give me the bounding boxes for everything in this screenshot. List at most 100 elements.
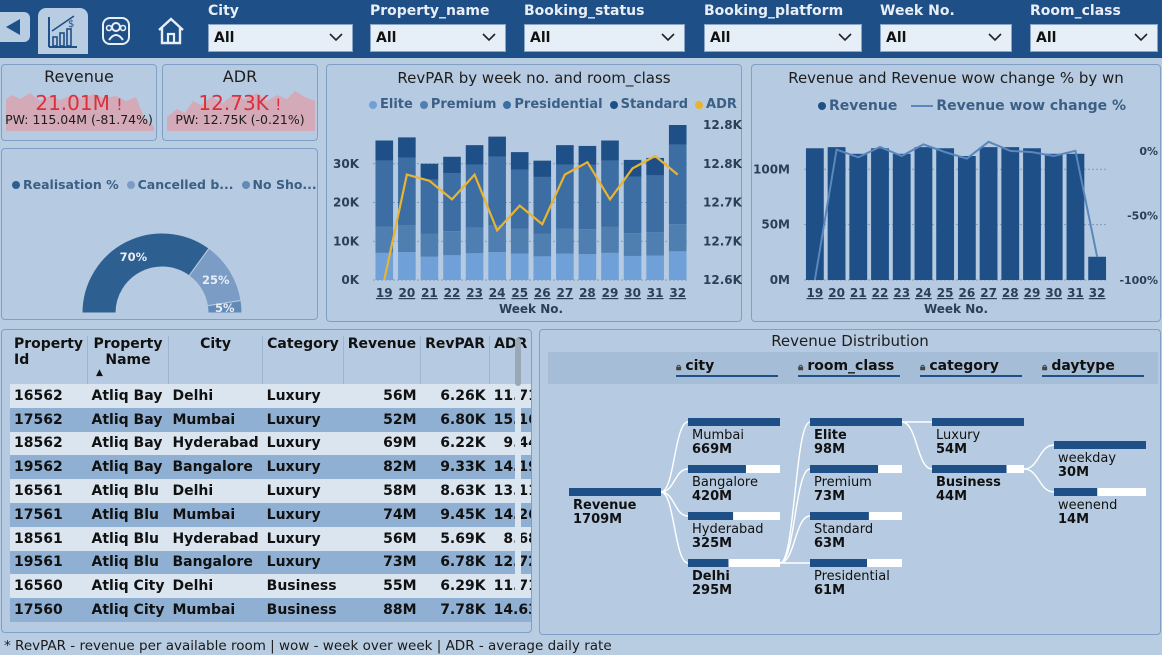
- x-tick-label[interactable]: 24: [489, 286, 506, 300]
- bar-segment[interactable]: [510, 228, 529, 254]
- decomp-node[interactable]: Bangalore 420M: [692, 476, 758, 504]
- bar-segment[interactable]: [420, 256, 439, 280]
- decomp-bar[interactable]: [1054, 488, 1098, 496]
- x-tick-label[interactable]: 20: [828, 286, 845, 300]
- booking-status-gauge-panel[interactable]: Realisation % Cancelled b... No Sho... .…: [1, 148, 329, 320]
- bar-segment[interactable]: [556, 228, 574, 254]
- bar-segment[interactable]: [601, 226, 619, 253]
- bar-segment[interactable]: [465, 253, 484, 280]
- back-button[interactable]: [0, 12, 30, 42]
- bar-segment[interactable]: [443, 231, 461, 256]
- column-header-category[interactable]: Category: [262, 336, 344, 384]
- revenue-bar[interactable]: [871, 148, 889, 280]
- bar-segment[interactable]: [510, 253, 529, 280]
- decomp-node[interactable]: Delhi 295M: [692, 570, 732, 598]
- filter-booking-platform-dropdown[interactable]: All: [704, 24, 862, 52]
- table-row[interactable]: 17562Atliq BayMumbaiLuxury52M6.80K15.16K: [10, 407, 531, 432]
- filter-property-name-dropdown[interactable]: All: [370, 24, 506, 52]
- x-tick-label[interactable]: 28: [1002, 286, 1019, 300]
- bar-segment[interactable]: [398, 252, 416, 280]
- bar-segment[interactable]: [533, 160, 552, 177]
- x-tick-label[interactable]: 24: [915, 286, 932, 300]
- revpar-chart-panel[interactable]: RevPAR by week no. and room_class Elite P…: [326, 64, 743, 322]
- decomp-bar[interactable]: [1054, 441, 1146, 449]
- revenue-bar[interactable]: [849, 153, 868, 280]
- table-scrollbar[interactable]: [515, 338, 521, 592]
- bar-segment[interactable]: [465, 227, 484, 254]
- decomp-bar[interactable]: [688, 512, 734, 520]
- decomp-node[interactable]: weekday 30M: [1058, 452, 1116, 480]
- bar-segment[interactable]: [510, 169, 529, 229]
- nav-tab-revenue[interactable]: $: [38, 8, 88, 54]
- decomp-bar[interactable]: [688, 418, 780, 426]
- x-tick-label[interactable]: 21: [421, 286, 438, 300]
- scrollbar-thumb[interactable]: [515, 338, 521, 386]
- kpi-card-revenue[interactable]: Revenue 21.01M ! PW: 115.04M (-81.74%): [1, 64, 157, 141]
- decomp-node[interactable]: Elite 98M: [814, 429, 847, 457]
- bar-segment[interactable]: [488, 252, 506, 280]
- revenue-bar[interactable]: [979, 147, 998, 280]
- decomp-bar[interactable]: [810, 418, 902, 426]
- decomp-node[interactable]: Luxury 54M: [936, 429, 980, 457]
- table-row[interactable]: 16560 Atliq City Delhi Business 55M 6.29K 11.7…: [10, 574, 531, 599]
- decomp-bar[interactable]: [810, 559, 868, 567]
- x-tick-label[interactable]: 23: [893, 286, 910, 300]
- column-header-city[interactable]: City: [168, 336, 264, 384]
- x-tick-label[interactable]: 19: [376, 286, 393, 300]
- table-row[interactable]: 18561Atliq BluHyderabadLuxury56M5.69K8.6…: [10, 526, 531, 551]
- x-tick-label[interactable]: 31: [1067, 286, 1084, 300]
- revenue-bar[interactable]: [1001, 147, 1020, 280]
- property-table-panel[interactable]: Property Id Property Name ▲ City Category…: [1, 329, 532, 633]
- bar-segment[interactable]: [375, 160, 394, 227]
- revenue-bar[interactable]: [827, 147, 846, 280]
- revenue-bar[interactable]: [957, 156, 976, 280]
- bar-segment[interactable]: [578, 254, 597, 280]
- column-header-revpar[interactable]: RevPAR: [420, 336, 491, 384]
- x-tick-label[interactable]: 29: [602, 286, 619, 300]
- legend-item[interactable]: No Sho...: [241, 177, 317, 192]
- revenue-bar[interactable]: [1044, 153, 1063, 280]
- bar-segment[interactable]: [601, 252, 619, 280]
- revenue-distribution-panel[interactable]: Revenue Distribution 🔒︎ city 🔒︎ room_class 🔒…: [539, 329, 1161, 635]
- x-tick-label[interactable]: 30: [1045, 286, 1062, 300]
- filter-week-no-dropdown[interactable]: All: [880, 24, 1012, 52]
- decomp-bar[interactable]: [810, 512, 869, 520]
- decomp-node[interactable]: weenend 14M: [1058, 499, 1117, 527]
- filter-booking-status-dropdown[interactable]: All: [524, 24, 685, 52]
- x-tick-label[interactable]: 26: [959, 286, 976, 300]
- x-tick-label[interactable]: 25: [937, 286, 954, 300]
- bar-segment[interactable]: [668, 125, 687, 145]
- x-tick-label[interactable]: 29: [1024, 286, 1041, 300]
- column-header-revenue[interactable]: Revenue: [343, 336, 422, 384]
- x-tick-label[interactable]: 32: [1089, 286, 1106, 300]
- column-header-property-id[interactable]: Property Id: [10, 336, 89, 384]
- x-tick-label[interactable]: 19: [807, 286, 824, 300]
- decomp-bar[interactable]: [688, 465, 746, 473]
- bar-segment[interactable]: [533, 233, 552, 257]
- decomp-node[interactable]: Mumbai 669M: [692, 429, 744, 457]
- table-row[interactable]: 16561Atliq BluDelhiLuxury58M8.63K13.11K: [10, 479, 531, 503]
- nav-tab-customers[interactable]: [91, 8, 141, 54]
- decomp-node[interactable]: Business 44M: [936, 476, 1001, 504]
- bar-segment[interactable]: [420, 163, 439, 180]
- kpi-card-adr[interactable]: ADR 12.73K ! PW: 12.75K (-0.21%): [162, 64, 318, 141]
- x-tick-label[interactable]: 27: [557, 286, 574, 300]
- decomp-node[interactable]: Hyderabad 325M: [692, 523, 764, 551]
- bar-segment[interactable]: [420, 233, 439, 257]
- decomp-bar[interactable]: [810, 465, 879, 473]
- table-row[interactable]: 19562 Atliq Bay Bangalore Luxury 82M 9.33K 14.…: [10, 455, 531, 480]
- revenue-wow-chart-panel[interactable]: Revenue and Revenue wow change % by wn R…: [751, 64, 1161, 322]
- revenue-bar[interactable]: [1023, 148, 1041, 280]
- bar-segment[interactable]: [398, 137, 416, 158]
- decomp-bar[interactable]: [688, 559, 729, 567]
- bar-segment[interactable]: [668, 144, 687, 225]
- x-tick-label[interactable]: 21: [850, 286, 867, 300]
- decomp-node[interactable]: Standard 63M: [814, 523, 873, 551]
- bar-segment[interactable]: [646, 255, 664, 280]
- bar-segment[interactable]: [375, 140, 394, 161]
- x-tick-label[interactable]: 31: [647, 286, 664, 300]
- x-tick-label[interactable]: 27: [980, 286, 997, 300]
- decomp-bar[interactable]: [932, 418, 1024, 426]
- decomp-bar[interactable]: [569, 488, 661, 496]
- revenue-bar[interactable]: [936, 148, 955, 280]
